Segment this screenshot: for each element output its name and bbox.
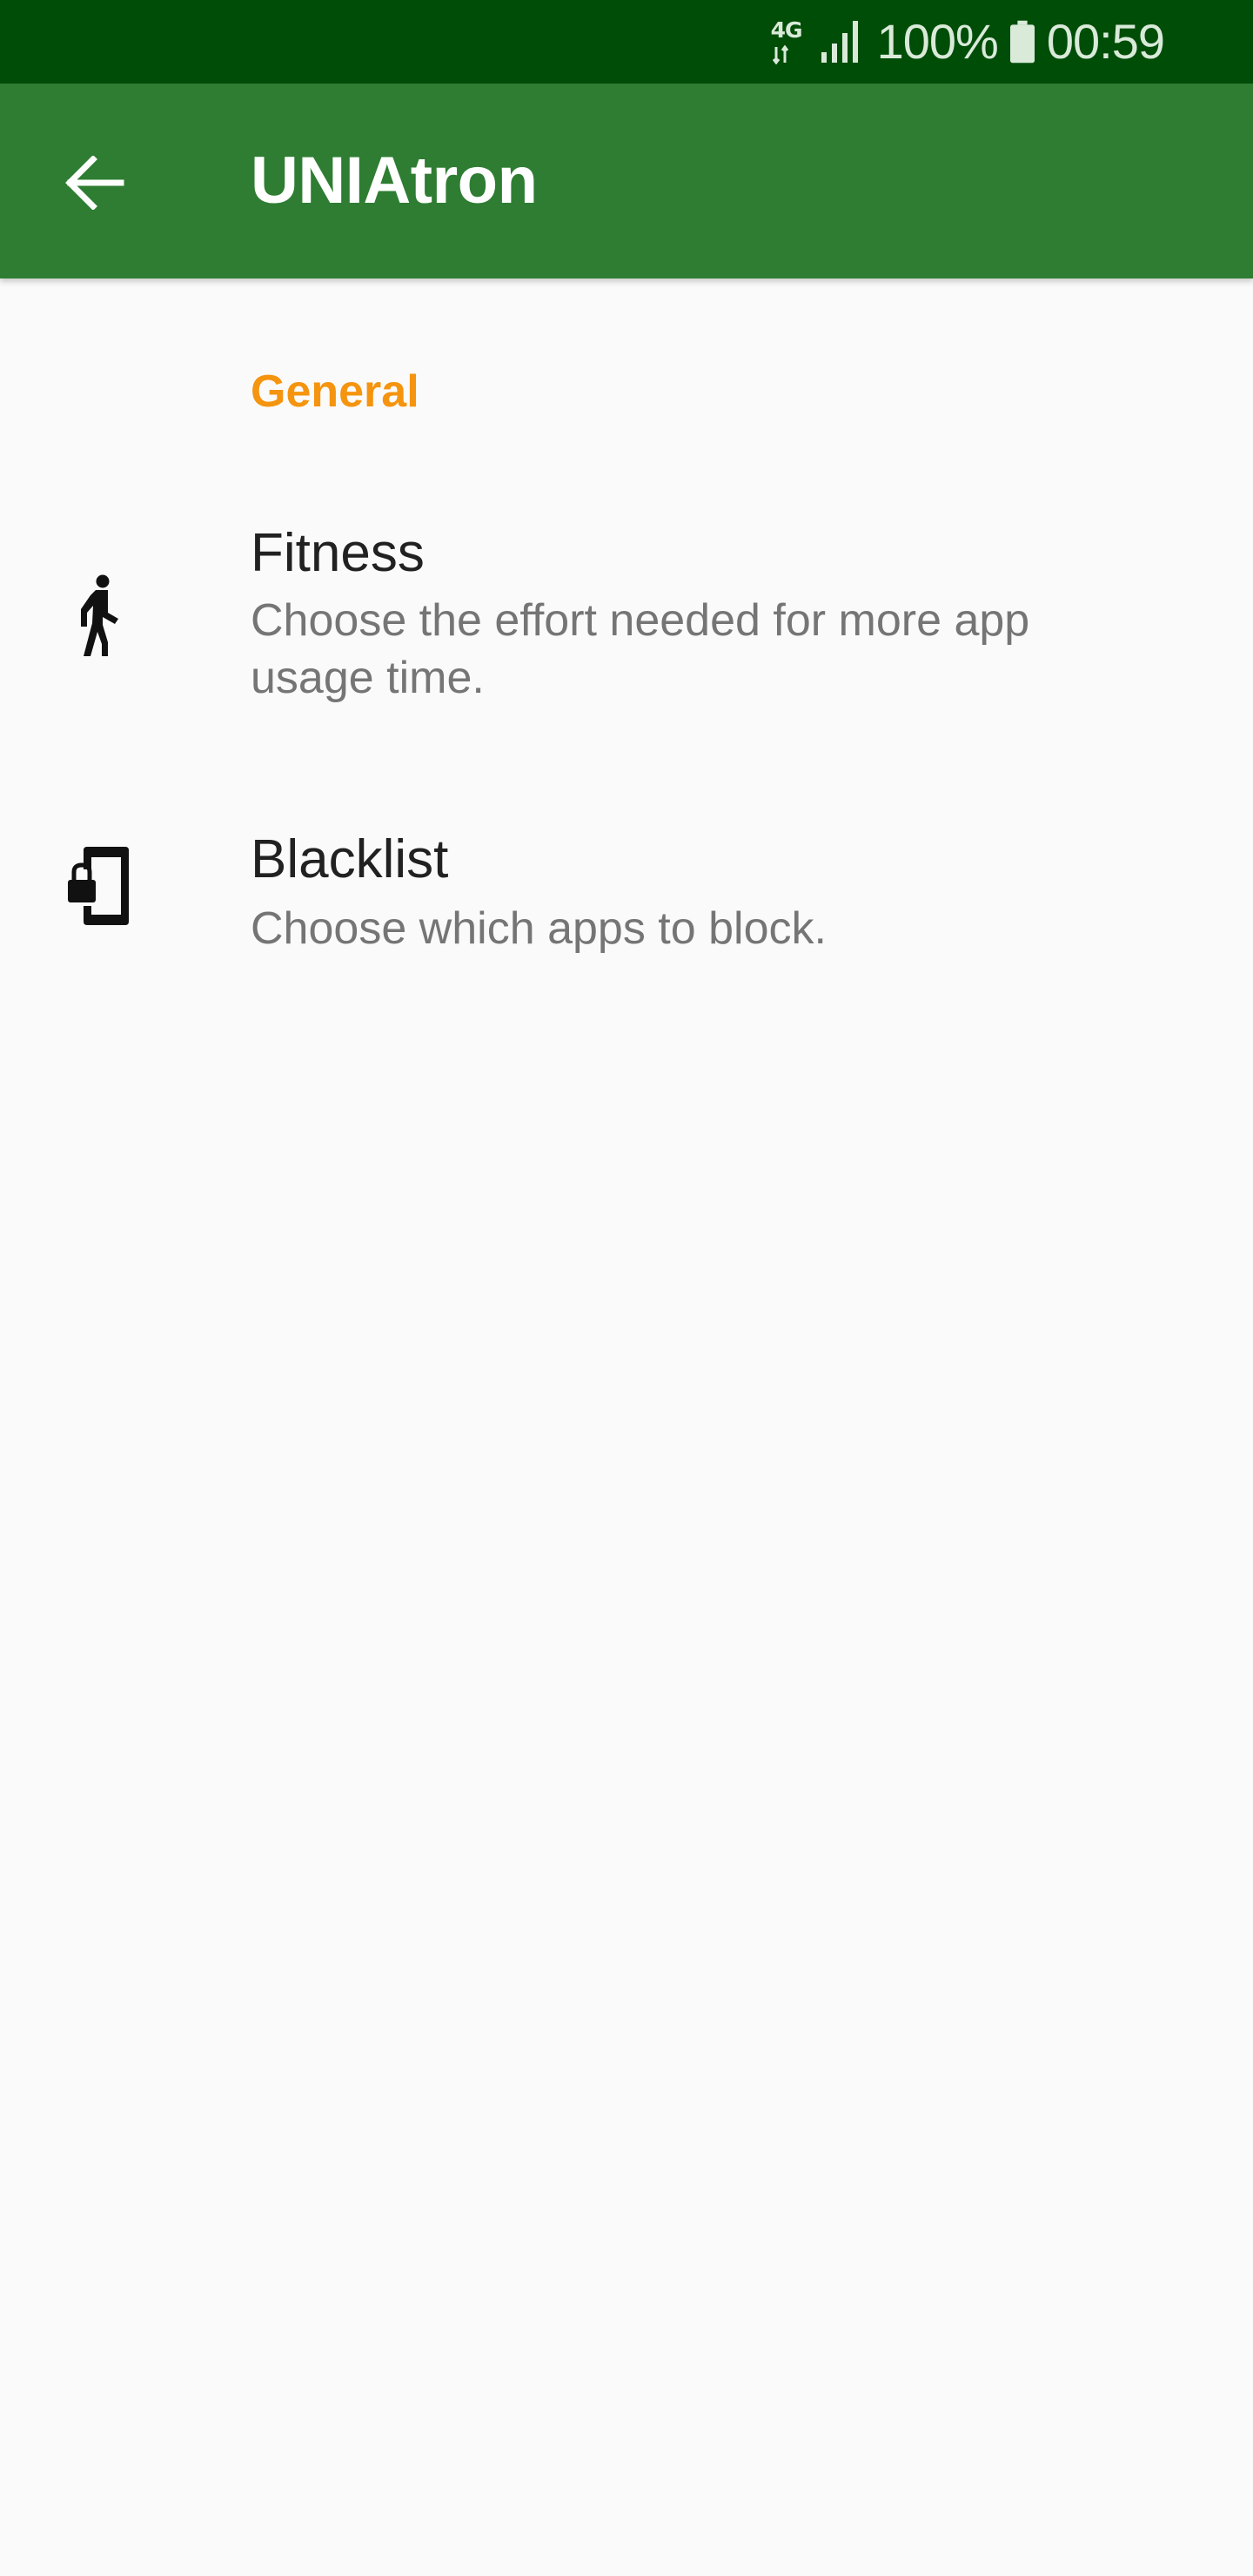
blacklist-icon-container: [63, 841, 136, 931]
back-button[interactable]: [42, 131, 146, 235]
network-4g-icon: 4G: [769, 16, 807, 68]
preference-fitness[interactable]: Fitness Choose the effort needed for mor…: [0, 487, 1253, 748]
app-title: UNIAtron: [251, 144, 538, 218]
status-bar: 4G 100% 00:59: [0, 0, 1253, 84]
status-icons: 4G 100% 00:59: [769, 0, 1165, 84]
blacklist-title: Blacklist: [251, 829, 449, 889]
blacklist-summary: Choose which apps to block.: [251, 903, 827, 954]
fitness-summary: Choose the effort needed for more app us…: [251, 595, 1030, 703]
fitness-title: Fitness: [251, 523, 425, 583]
app-bar: UNIAtron: [0, 84, 1253, 278]
network-type-label: 4G: [770, 17, 803, 43]
arrow-back-icon: [65, 156, 124, 210]
clock: 00:59: [1046, 14, 1165, 69]
phone-lock-icon: [68, 847, 129, 925]
fitness-icon-container: [63, 571, 136, 661]
preference-blacklist[interactable]: Blacklist Choose which apps to block.: [0, 783, 1253, 1001]
signal-icon: [821, 21, 858, 63]
walking-person-icon: [81, 574, 118, 656]
section-header-general: General: [251, 366, 419, 417]
battery-percent: 100%: [876, 14, 999, 69]
battery-icon: [1009, 20, 1035, 64]
